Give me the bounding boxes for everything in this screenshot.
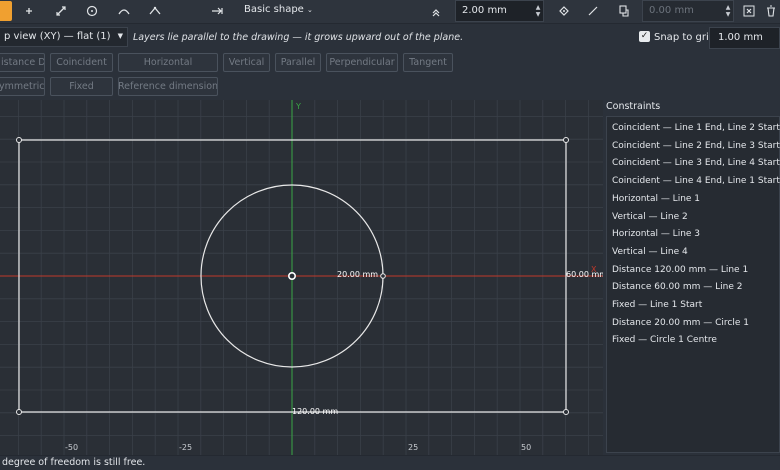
view-select-value: p view (XY) — flat (1) [4,31,111,42]
symmetric-button[interactable]: ymmetric [0,77,45,96]
thickness-spinbox[interactable]: 2.00 mm ▲ ▼ [455,0,544,22]
main-toolbar: Basic shape ⌄ 2.00 mm ▲ ▼ 0.00 mm ▲ ▼ [0,0,780,24]
close-icon [743,5,755,17]
line-tool-button[interactable] [50,1,72,21]
constraint-list-item[interactable]: Fixed — Line 1 Start [612,300,702,310]
distance-button[interactable]: istance D [0,53,45,72]
snap-to-grid-checkbox[interactable]: ✓ [639,31,650,42]
offset-value: 0.00 mm [649,5,694,16]
circle-centre-handle[interactable] [287,272,296,281]
line-icon [56,6,66,16]
width-dimension[interactable]: 120.00 mm [292,407,338,416]
thickness-tool-button[interactable] [425,1,447,21]
vertex-handle[interactable] [563,409,569,415]
plus-icon [26,8,32,14]
circle-icon [86,5,98,17]
thickness-value: 2.00 mm [462,5,507,16]
constraint-list-item[interactable]: Coincident — Line 4 End, Line 1 Start [612,176,780,186]
constraint-list-item[interactable]: Distance 120.00 mm — Line 1 [612,265,748,275]
polyline-icon [149,6,161,15]
x-tick-label: -50 [65,443,78,452]
sketch-svg: Y X 20.00 mm 60.00 mm 120.00 mm -50 -25 … [0,100,603,455]
constraint-list-item[interactable]: Coincident — Line 2 End, Line 3 Start [612,141,780,151]
status-bar: degree of freedom is still free. [0,455,780,470]
circle-tool-button[interactable] [81,1,103,21]
x-tick-label: 25 [408,443,418,452]
fixed-button[interactable]: Fixed [50,77,113,96]
constraint-list-item[interactable]: Horizontal — Line 3 [612,229,700,239]
measure-tool-button[interactable] [582,1,604,21]
constraint-list-item[interactable]: Horizontal — Line 1 [612,194,700,204]
chevron-double-up-icon [432,9,440,17]
x-tick-label: -25 [179,443,192,452]
perpendicular-button[interactable]: Perpendicular [326,53,398,72]
arc-tool-button[interactable] [113,1,135,21]
constraint-list-item[interactable]: Fixed — Circle 1 Centre [612,335,717,345]
chevron-down-icon: ⌄ [307,6,313,14]
copy-tool-button[interactable] [613,1,635,21]
constraints-list[interactable]: Coincident — Line 1 End, Line 2 Start Coi… [606,116,780,453]
parallel-button[interactable]: Parallel [275,53,321,72]
constraint-list-item[interactable]: Coincident — Line 3 End, Line 4 Start [612,158,780,168]
tangent-button[interactable]: Tangent [403,53,453,72]
chevron-down-icon: ▼ [117,32,123,40]
snap-to-grid-label[interactable]: Snap to grid [654,32,715,43]
vertex-handle[interactable] [16,409,22,415]
arrow-right-icon [212,7,223,15]
vertex-handle[interactable] [563,137,569,143]
grid-size-input[interactable]: 1.00 mm [709,27,780,49]
radius-handle[interactable] [380,273,386,279]
offset-spinbox[interactable]: 0.00 mm ▲ ▼ [642,0,734,22]
close-button[interactable] [738,1,760,21]
coincident-button[interactable]: Coincident [50,53,113,72]
basic-shape-label: Basic shape [244,4,304,15]
trash-icon [767,5,775,17]
polyline-tool-button[interactable] [144,1,166,21]
active-tool-button[interactable] [0,1,12,21]
constraint-list-item[interactable]: Distance 20.00 mm — Circle 1 [612,318,749,328]
x-tick-label: 50 [521,443,531,452]
spin-arrows-icon[interactable]: ▲ ▼ [533,1,543,21]
view-select[interactable]: p view (XY) — flat (1) ▼ [0,27,128,47]
spin-arrows-icon[interactable]: ▲ ▼ [723,1,733,21]
vertex-snap-icon [559,6,569,16]
extend-tool-button[interactable] [206,1,228,21]
hint-text: Layers lie parallel to the drawing — it … [133,32,464,43]
arc-icon [118,9,130,15]
vertical-button[interactable]: Vertical [223,53,270,72]
constraints-panel-title: Constraints [606,101,661,112]
sketch-canvas[interactable]: Y X 20.00 mm 60.00 mm 120.00 mm -50 -25 … [0,100,603,455]
delete-button[interactable] [760,1,780,21]
vertex-handle[interactable] [16,137,22,143]
horizontal-button[interactable]: Horizontal [118,53,218,72]
measure-icon [588,6,598,16]
y-axis-label: Y [295,102,301,111]
grid [0,100,603,455]
view-options-bar: p view (XY) — flat (1) ▼ Layers lie para… [0,26,780,50]
constraint-list-item[interactable]: Vertical — Line 2 [612,212,688,222]
radius-dimension[interactable]: 20.00 mm [337,270,378,279]
point-tool-button[interactable] [18,1,40,21]
snap-vertex-button[interactable] [553,1,575,21]
basic-shape-dropdown[interactable]: Basic shape ⌄ [244,4,313,15]
reference-dimension-button[interactable]: Reference dimension [118,77,218,96]
constraint-list-item[interactable]: Distance 60.00 mm — Line 2 [612,282,742,292]
height-dimension[interactable]: 60.00 mm [566,270,603,279]
constraint-list-item[interactable]: Coincident — Line 1 End, Line 2 Start [612,123,780,133]
copy-icon [619,5,629,17]
constraint-list-item[interactable]: Vertical — Line 4 [612,247,688,257]
